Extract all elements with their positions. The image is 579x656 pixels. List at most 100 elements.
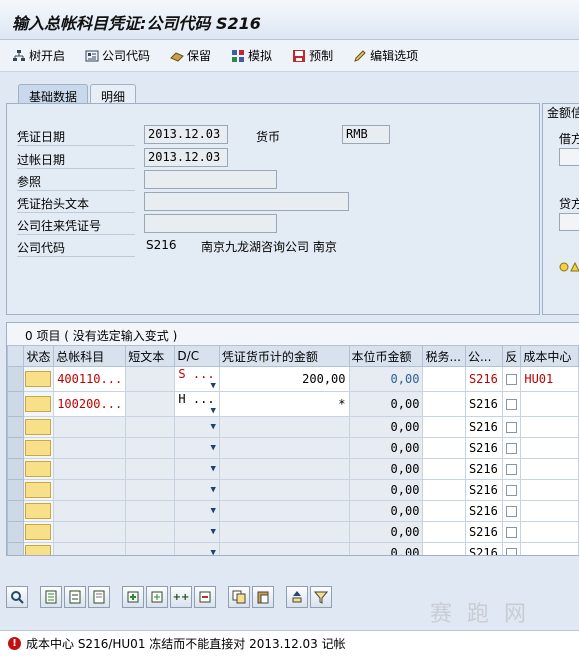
local-amount-cell[interactable]: 0,00	[348, 366, 424, 392]
company-code-cell[interactable]: S216	[464, 391, 504, 417]
short-text-cell[interactable]	[125, 458, 176, 480]
tax-cell[interactable]	[422, 416, 466, 438]
dropdown-arrow-icon[interactable]: ▼	[210, 485, 215, 495]
dropdown-arrow-icon[interactable]: ▼	[210, 548, 215, 555]
cost-center-cell[interactable]: HU01	[520, 366, 579, 392]
detail-button[interactable]	[6, 586, 28, 608]
copy-button[interactable]	[228, 586, 250, 608]
reverse-cell[interactable]	[502, 521, 522, 543]
reverse-cell[interactable]	[502, 542, 522, 555]
doc-amount-cell[interactable]: 200,00	[218, 366, 350, 392]
col-tax[interactable]: 税务...	[422, 345, 466, 367]
hold-button[interactable]: 保留	[170, 47, 211, 64]
local-amount-cell[interactable]: 0,00	[348, 500, 424, 522]
park-button[interactable]: 预制	[292, 47, 333, 64]
dropdown-arrow-icon[interactable]: ▼	[210, 443, 215, 453]
row-selector[interactable]	[7, 437, 25, 459]
gl-account-cell[interactable]	[53, 416, 127, 438]
status-cell[interactable]	[23, 479, 55, 501]
row-selector[interactable]	[7, 366, 25, 392]
col-doc-currency-amount[interactable]: 凭证货币计的金额	[218, 345, 350, 367]
status-cell[interactable]	[23, 500, 55, 522]
reverse-cell[interactable]	[502, 366, 522, 392]
intercompany-field[interactable]	[144, 214, 277, 233]
tax-cell[interactable]	[422, 479, 466, 501]
row-selector[interactable]	[7, 542, 25, 555]
reverse-checkbox[interactable]	[506, 485, 518, 496]
debit-credit-cell[interactable]: ▼	[174, 479, 220, 501]
cost-center-cell[interactable]	[520, 437, 579, 459]
short-text-cell[interactable]	[125, 500, 176, 522]
debit-credit-cell[interactable]: S ... ▼	[174, 366, 220, 392]
doc-amount-cell[interactable]	[218, 479, 350, 501]
status-cell[interactable]	[23, 542, 55, 555]
paste-button[interactable]	[252, 586, 274, 608]
status-cell[interactable]	[23, 458, 55, 480]
row-selector[interactable]	[7, 521, 25, 543]
tax-cell[interactable]	[422, 366, 466, 392]
doc-amount-cell[interactable]	[218, 521, 350, 543]
doc-amount-cell[interactable]: *	[218, 391, 350, 417]
company-code-cell[interactable]: S216	[464, 521, 504, 543]
debit-credit-cell[interactable]: ▼	[174, 416, 220, 438]
local-amount-cell[interactable]: 0,00	[348, 416, 424, 438]
company-code-cell[interactable]: S216	[464, 479, 504, 501]
gl-account-cell[interactable]: 100200...	[53, 391, 127, 417]
header-text-field[interactable]	[144, 192, 349, 211]
gl-account-cell[interactable]	[53, 500, 127, 522]
reference-field[interactable]	[144, 170, 277, 189]
status-cell[interactable]	[23, 366, 55, 392]
reverse-cell[interactable]	[502, 391, 522, 417]
col-gl-account[interactable]: 总帐科目	[53, 345, 127, 367]
reverse-checkbox[interactable]	[506, 464, 518, 475]
short-text-cell[interactable]	[125, 366, 176, 392]
select-block-button[interactable]	[64, 586, 86, 608]
local-amount-cell[interactable]: 0,00	[348, 391, 424, 417]
company-code-cell[interactable]: S216	[464, 458, 504, 480]
short-text-cell[interactable]	[125, 437, 176, 459]
cost-center-cell[interactable]	[520, 416, 579, 438]
col-status[interactable]: 状态	[23, 345, 55, 367]
tab-details[interactable]: 明细	[90, 84, 137, 104]
select-all-button[interactable]	[40, 586, 62, 608]
cost-center-cell[interactable]	[520, 479, 579, 501]
status-bar[interactable]: ! 成本中心 S216/HU01 冻结而不能直接对 2013.12.03 记帐	[0, 630, 579, 656]
reverse-checkbox[interactable]	[506, 527, 518, 538]
reverse-checkbox[interactable]	[506, 422, 518, 433]
status-cell[interactable]	[23, 437, 55, 459]
local-amount-cell[interactable]: 0,00	[348, 479, 424, 501]
copy-row-button[interactable]	[146, 586, 168, 608]
dropdown-arrow-icon[interactable]: ▼	[210, 422, 215, 432]
local-amount-cell[interactable]: 0,00	[348, 542, 424, 555]
cost-center-cell[interactable]	[520, 542, 579, 555]
row-selector[interactable]	[7, 416, 25, 438]
sort-button[interactable]	[286, 586, 308, 608]
reverse-cell[interactable]	[502, 479, 522, 501]
selector-column-header[interactable]	[7, 345, 25, 367]
dropdown-arrow-icon[interactable]: ▼	[210, 506, 215, 516]
gl-account-cell[interactable]	[53, 542, 127, 555]
cost-center-cell[interactable]	[520, 500, 579, 522]
gl-account-cell[interactable]: 400110...	[53, 366, 127, 392]
col-cost-center[interactable]: 成本中心	[520, 345, 579, 367]
debit-credit-cell[interactable]: ▼	[174, 521, 220, 543]
status-cell[interactable]	[23, 416, 55, 438]
debit-credit-cell[interactable]: ▼	[174, 437, 220, 459]
tax-cell[interactable]	[422, 521, 466, 543]
tab-basic-data[interactable]: 基础数据	[18, 84, 89, 104]
company-code-cell[interactable]: S216	[464, 437, 504, 459]
insert-row-button[interactable]	[122, 586, 144, 608]
gl-account-cell[interactable]	[53, 437, 127, 459]
editing-options-button[interactable]: 编辑选项	[353, 47, 418, 64]
doc-amount-cell[interactable]	[218, 416, 350, 438]
reverse-cell[interactable]	[502, 437, 522, 459]
tree-on-button[interactable]: 树开启	[12, 47, 65, 64]
posting-date-field[interactable]: 2013.12.03	[144, 148, 228, 167]
status-cell[interactable]	[23, 391, 55, 417]
col-company[interactable]: 公...	[464, 345, 504, 367]
short-text-cell[interactable]	[125, 391, 176, 417]
local-amount-cell[interactable]: 0,00	[348, 521, 424, 543]
doc-amount-cell[interactable]	[218, 458, 350, 480]
row-selector[interactable]	[7, 391, 25, 417]
doc-amount-cell[interactable]	[218, 542, 350, 555]
